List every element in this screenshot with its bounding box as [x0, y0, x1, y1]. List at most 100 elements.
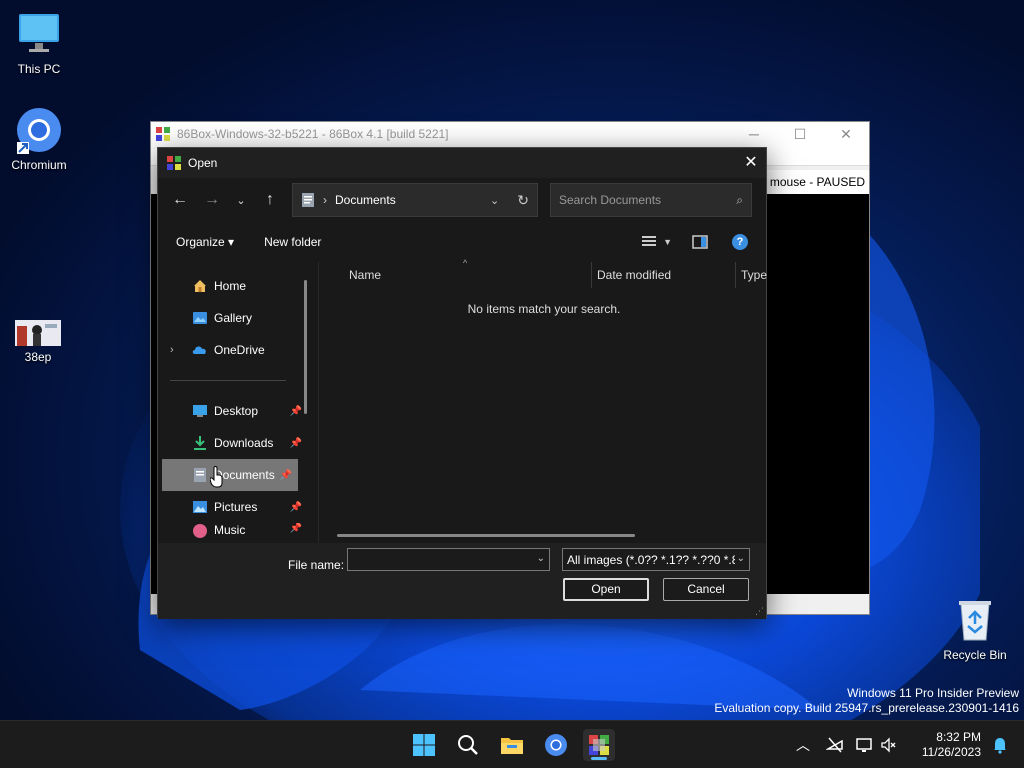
command-bar: Organize ▾ New folder ▼ ? [158, 222, 766, 262]
pictures-icon [192, 499, 208, 515]
file-explorer-button[interactable] [496, 729, 528, 761]
nav-item-desktop[interactable]: Desktop 📌 [158, 395, 308, 427]
search-box[interactable]: Search Documents ⌕ [550, 183, 752, 217]
watermark-line-2: Evaluation copy. Build 25947.rs_prerelea… [714, 701, 1019, 715]
system-tray: ︿ [796, 721, 896, 768]
nav-divider [170, 380, 286, 381]
pin-icon[interactable]: 📌 [290, 502, 302, 513]
nav-item-home[interactable]: Home [158, 270, 308, 302]
close-icon[interactable]: ✕ [736, 148, 766, 178]
desktop-icon-label: Chromium [11, 158, 67, 172]
clock-time: 8:32 PM [936, 730, 981, 744]
desktop-icon-recycle-bin[interactable]: Recycle Bin [935, 596, 1015, 662]
horizontal-scrollbar[interactable] [337, 534, 635, 537]
up-arrow-icon[interactable]: ↑ [254, 184, 286, 216]
file-list-pane[interactable]: ^ Name Date modified Type No items match… [318, 258, 767, 543]
download-icon [192, 435, 208, 451]
search-icon: ⌕ [736, 192, 743, 207]
column-header-type[interactable]: Type [741, 268, 767, 282]
breadcrumb-location[interactable]: Documents [335, 193, 396, 207]
search-button[interactable] [452, 729, 484, 761]
dialog-body: Home Gallery › OneDrive Desktop 📌 Downlo… [158, 258, 767, 543]
pin-icon[interactable]: 📌 [290, 523, 302, 534]
address-bar[interactable]: › Documents ⌄ ↻ [292, 183, 538, 217]
desktop-icon-label: 38ep [24, 350, 52, 364]
nav-item-downloads[interactable]: Downloads 📌 [158, 427, 308, 459]
organize-button[interactable]: Organize ▾ [176, 235, 234, 249]
desktop-icon-this-pc[interactable]: This PC [0, 10, 79, 76]
chevron-down-icon[interactable]: ⌄ [537, 553, 545, 564]
volume-muted-icon[interactable] [880, 737, 896, 753]
nav-item-gallery[interactable]: Gallery [158, 302, 308, 334]
empty-message: No items match your search. [467, 302, 621, 316]
chevron-down-icon[interactable]: ⌄ [734, 553, 745, 564]
address-dropdown-icon[interactable]: ⌄ [490, 194, 499, 207]
column-header-date[interactable]: Date modified [597, 268, 671, 282]
maximize-button[interactable]: ☐ [777, 126, 823, 143]
help-icon[interactable]: ? [732, 234, 748, 250]
search-icon [458, 735, 478, 755]
file-type-select[interactable]: All images (*.0?? *.1?? *.??0 *.86 ⌄ [562, 548, 750, 571]
evaluation-watermark: Windows 11 Pro Insider Preview Evaluatio… [714, 686, 1019, 716]
windows-logo-icon [413, 734, 435, 756]
desktop-icon-chromium[interactable]: Chromium [0, 106, 79, 172]
search-input[interactable]: Search Documents [559, 193, 661, 207]
new-folder-button[interactable]: New folder [264, 235, 321, 249]
column-header-name[interactable]: Name [349, 268, 381, 282]
monitor-icon [15, 10, 63, 58]
music-icon [192, 523, 208, 539]
clock[interactable]: 8:32 PM 11/26/2023 [922, 730, 981, 760]
back-arrow-icon[interactable]: ← [164, 184, 196, 216]
close-button[interactable]: ✕ [823, 126, 869, 143]
hand-cursor-icon [210, 466, 223, 488]
86box-app-icon [166, 155, 182, 171]
pin-icon[interactable]: 📌 [290, 438, 302, 449]
desktop-icon-38ep[interactable]: 38ep [0, 320, 78, 364]
watermark-line-1: Windows 11 Pro Insider Preview [847, 686, 1019, 700]
86box-app-icon [155, 126, 171, 142]
navigation-pane[interactable]: Home Gallery › OneDrive Desktop 📌 Downlo… [158, 262, 308, 543]
open-file-dialog[interactable]: Open ✕ ← → ⌄ ↑ › Documents ⌄ ↻ Search Do… [157, 147, 767, 619]
dialog-title: Open [188, 156, 218, 170]
onedrive-icon [192, 342, 208, 358]
86box-status-text: re mouse - PAUSED [751, 170, 869, 194]
dialog-footer: File name: ⌄ All images (*.0?? *.1?? *.?… [158, 543, 766, 619]
nav-item-documents[interactable]: Documents 📌 [162, 459, 298, 491]
view-options-icon[interactable]: ▼ [641, 235, 672, 249]
dialog-title-bar[interactable]: Open ✕ [158, 148, 766, 178]
86box-title: 86Box-Windows-32-b5221 - 86Box 4.1 [buil… [177, 127, 449, 141]
column-headers: ^ Name Date modified Type [319, 258, 767, 288]
nav-item-pictures[interactable]: Pictures 📌 [158, 491, 308, 523]
chromium-icon [545, 734, 567, 756]
chevron-up-icon[interactable]: ︿ [796, 735, 810, 755]
desktop-folder-icon [192, 403, 208, 419]
open-button[interactable]: Open [563, 578, 649, 601]
cancel-button[interactable]: Cancel [663, 578, 749, 601]
nav-item-onedrive[interactable]: › OneDrive [158, 334, 308, 366]
start-button[interactable] [408, 729, 440, 761]
nav-scrollbar[interactable] [304, 280, 307, 414]
notification-bell-icon[interactable] [984, 729, 1016, 761]
home-icon [192, 278, 208, 294]
clock-date: 11/26/2023 [921, 745, 981, 759]
86box-app-icon [589, 735, 609, 755]
expand-chevron-icon[interactable]: › [170, 344, 174, 356]
minimize-button[interactable]: ─ [731, 126, 777, 143]
network-disconnected-icon[interactable] [826, 737, 844, 753]
forward-arrow-icon[interactable]: → [196, 184, 228, 216]
refresh-icon[interactable]: ↻ [517, 192, 529, 209]
86box-title-bar[interactable]: 86Box-Windows-32-b5221 - 86Box 4.1 [buil… [151, 122, 869, 146]
recent-locations-chevron-icon[interactable]: ⌄ [228, 184, 254, 216]
documents-icon [301, 192, 315, 208]
recycle-bin-icon [951, 596, 999, 644]
file-name-field[interactable]: ⌄ [347, 548, 550, 571]
pin-icon[interactable]: 📌 [280, 470, 292, 481]
chromium-taskbar-button[interactable] [540, 729, 572, 761]
preview-pane-icon[interactable] [692, 235, 708, 249]
display-icon[interactable] [856, 737, 874, 753]
pin-icon[interactable]: 📌 [290, 406, 302, 417]
resize-grip-icon[interactable]: ⋰ [755, 606, 764, 617]
nav-item-music[interactable]: Music 📌 [158, 523, 308, 539]
86box-taskbar-button[interactable] [583, 729, 615, 761]
breadcrumb-chevron-icon: › [323, 193, 327, 207]
